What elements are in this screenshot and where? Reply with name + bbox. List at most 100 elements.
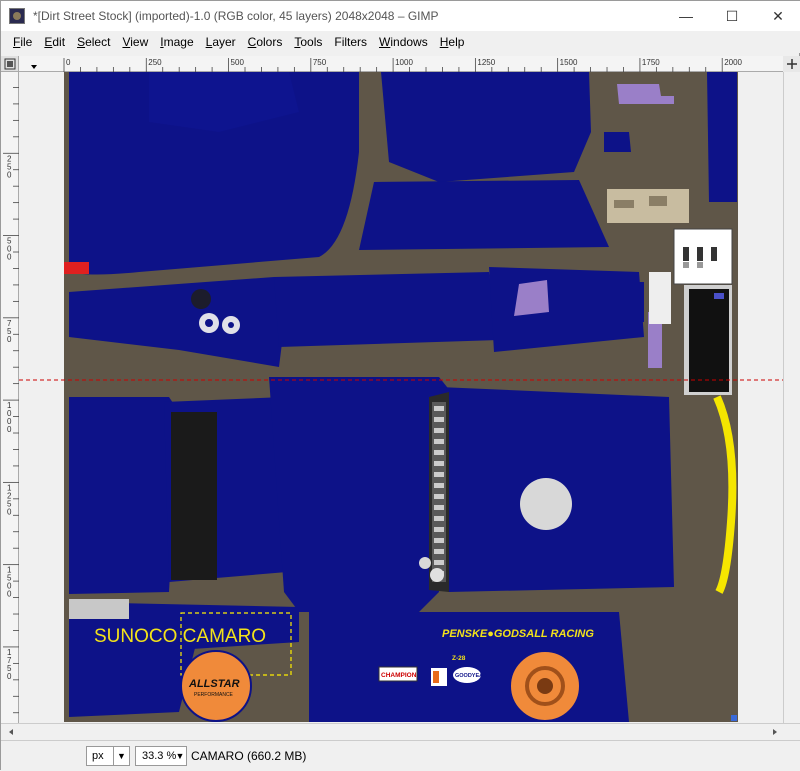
hood-panel: [381, 72, 591, 182]
menu-colors[interactable]: Colors: [242, 35, 289, 49]
ruler-label: 250: [7, 154, 12, 179]
ruler-label: 1500: [7, 566, 12, 599]
grille-slat: [434, 472, 444, 477]
vertical-scrollbar[interactable]: [783, 72, 800, 723]
menu-tools-label: ools: [300, 35, 323, 49]
rear-window: [171, 412, 217, 580]
grille-slat: [434, 417, 444, 422]
allstar-logo: ALLSTAR: [188, 678, 240, 690]
sponsor-text-left: SUNOCO CAMARO: [94, 626, 266, 647]
right-edge-panel: [707, 72, 737, 202]
windshield-panel: [359, 180, 609, 250]
grille-slat: [434, 439, 444, 444]
status-bar: px ▼ 33.3 % ▼ CAMARO (660.2 MB): [1, 740, 800, 771]
menu-bar: File Edit Select View Image Layer Colors…: [1, 31, 800, 53]
menu-image[interactable]: Image: [154, 35, 199, 49]
horizontal-ruler[interactable]: 0 250 500 750 1000 1250 1500 1750 2000: [19, 56, 783, 72]
texture-image[interactable]: SUNOCO CAMARO PENSKE●GODSALL RACING ALLS…: [19, 72, 783, 723]
menu-select[interactable]: Select: [71, 35, 116, 49]
title-bar[interactable]: *[Dirt Street Stock] (imported)-1.0 (RGB…: [1, 1, 800, 31]
tire-right-hub: [537, 678, 553, 694]
menu-image-label: mage: [163, 35, 194, 49]
scroll-left-icon[interactable]: [9, 729, 13, 735]
window-net-panel: [684, 285, 732, 395]
close-button[interactable]: ✕: [755, 1, 800, 31]
unit-select[interactable]: px ▼: [86, 746, 130, 766]
menu-filters-label: Filters: [334, 35, 368, 49]
menu-select-mnemonic: S: [77, 35, 86, 49]
menu-tools[interactable]: Tools: [288, 35, 328, 49]
white-decal: [649, 272, 671, 324]
grille-slat: [434, 505, 444, 510]
menu-windows-label: indows: [390, 35, 428, 49]
allstar-logo-sub: PERFORMANCE: [194, 692, 234, 698]
menu-view-label: iew: [130, 35, 149, 49]
gray-decal: [69, 599, 129, 619]
quick-mask-toggle[interactable]: [1, 56, 19, 72]
grille-slat: [434, 461, 444, 466]
menu-view[interactable]: View: [116, 35, 154, 49]
maximize-button[interactable]: ☐: [709, 1, 755, 31]
grille-slat: [434, 527, 444, 532]
minimize-button[interactable]: —: [663, 1, 709, 31]
vertical-ruler-svg: 2 5 0 5 0 0 7 5 0 1 0 0 0 1 2 5 0 1 5 0 0 1 7 5 0: [3, 87, 19, 714]
menu-file[interactable]: File: [7, 35, 38, 49]
sponsor-text-right: PENSKE●GODSALL RACING: [442, 628, 594, 640]
ruler-label: 250: [148, 58, 162, 67]
contingency-decals: [673, 228, 733, 285]
gimp-window: *[Dirt Street Stock] (imported)-1.0 (RGB…: [0, 0, 800, 771]
grille-slat: [434, 560, 444, 565]
navigate-icon: [787, 59, 797, 69]
number-circle: [520, 478, 572, 530]
window-title: *[Dirt Street Stock] (imported)-1.0 (RGB…: [33, 9, 439, 23]
quick-mask-icon: [4, 58, 16, 70]
menu-help[interactable]: Help: [434, 35, 471, 49]
vertical-ruler[interactable]: 250 500 750 1000 1250 1500 1750: [1, 72, 19, 723]
zoom-value: 33.3 %: [142, 750, 177, 762]
grille-slat: [434, 428, 444, 433]
horizontal-scrollbar[interactable]: [1, 723, 800, 740]
menu-filters[interactable]: Filters: [328, 35, 373, 49]
ruler-label: 1750: [7, 648, 12, 681]
ruler-label: 500: [7, 237, 12, 262]
ruler-label: 1250: [477, 58, 495, 67]
grille-slat: [434, 516, 444, 521]
ruler-label: 1250: [7, 483, 12, 516]
pillar-panel: [629, 282, 644, 322]
menu-select-label: elect: [85, 35, 111, 49]
menu-edit-label: dit: [52, 35, 66, 49]
menu-windows[interactable]: Windows: [373, 35, 434, 49]
ruler-label: 1750: [642, 58, 660, 67]
grille-slat: [434, 538, 444, 543]
goodyear-text: GOODYEAR: [455, 673, 487, 679]
menu-colors-label: olors: [256, 35, 283, 49]
quarter-left-panel: [69, 397, 179, 594]
menu-windows-mnemonic: W: [379, 35, 391, 49]
grille-slat: [434, 406, 444, 411]
window-controls: — ☐ ✕: [663, 1, 800, 31]
red-decal-2: [64, 262, 76, 270]
horizontal-scrollbar-svg: [9, 729, 777, 735]
menu-edit[interactable]: Edit: [38, 35, 71, 49]
ruler-label: 2000: [724, 58, 742, 67]
zoom-dropdown-icon[interactable]: ▼: [173, 746, 187, 766]
menu-layer[interactable]: Layer: [200, 35, 242, 49]
image-canvas[interactable]: SUNOCO CAMARO PENSKE●GODSALL RACING ALLS…: [19, 72, 783, 723]
grille-slat: [434, 549, 444, 554]
blue-marker: [731, 715, 737, 721]
ruler-label: 750: [313, 58, 327, 67]
grille-slat: [434, 450, 444, 455]
grille-slat: [434, 494, 444, 499]
navigate-button[interactable]: [783, 56, 800, 72]
door-middle-panel: [274, 272, 499, 347]
ruler-label: 750: [7, 319, 12, 344]
tan-panel: [607, 189, 689, 223]
menu-file-label: ile: [20, 35, 33, 49]
ruler-label: 1000: [7, 401, 12, 434]
status-message: CAMARO (660.2 MB): [191, 749, 307, 763]
scroll-right-icon[interactable]: [773, 729, 777, 735]
ruler-pointer-icon: [31, 65, 37, 69]
unit-value: px: [92, 750, 104, 762]
menu-help-label: elp: [448, 35, 465, 49]
unit-dropdown-icon[interactable]: ▼: [113, 747, 129, 765]
